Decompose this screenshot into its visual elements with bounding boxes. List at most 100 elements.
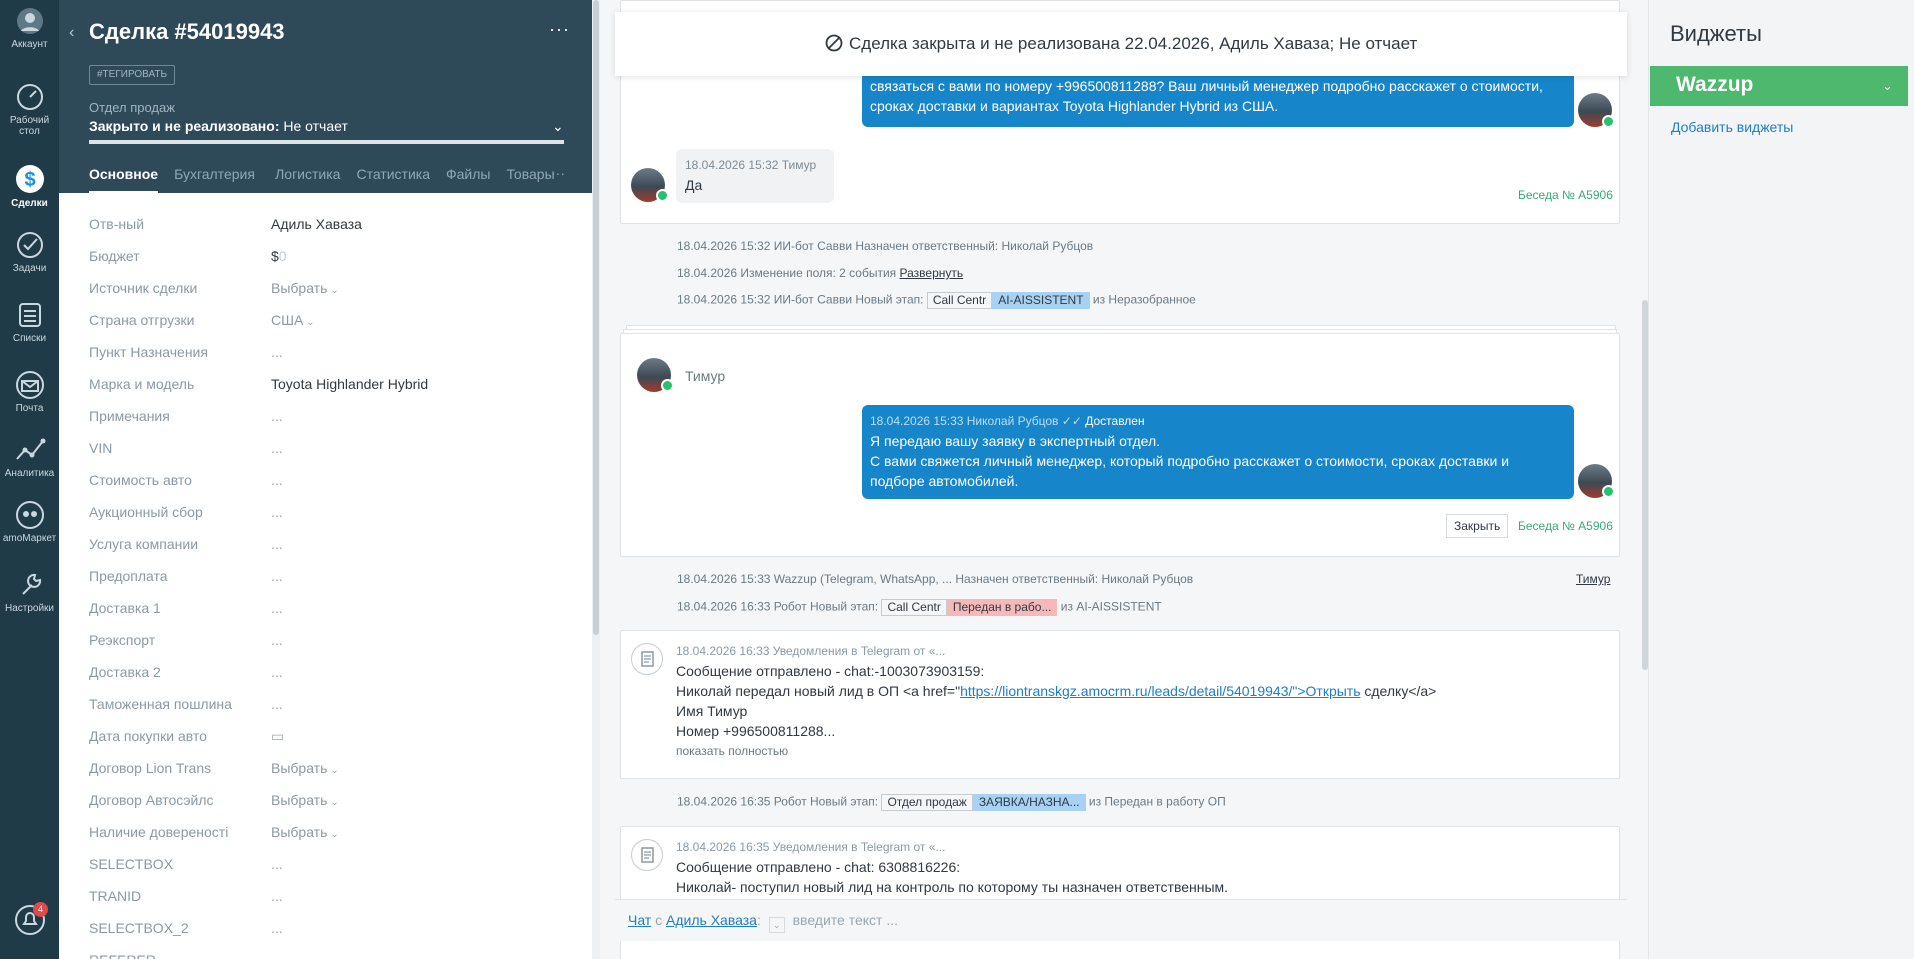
- tabs-more-button[interactable]: ···: [551, 165, 565, 181]
- field-row: Дата покупки авто ▭: [89, 722, 569, 754]
- note-line: Имя Тимур: [676, 703, 748, 719]
- field-select[interactable]: Выбрать ⌄: [271, 792, 339, 808]
- tab-main[interactable]: Основное: [89, 165, 159, 194]
- field-value[interactable]: ...: [271, 408, 283, 424]
- field-value-text: ...: [271, 856, 283, 872]
- chevron-down-icon[interactable]: ⌄: [552, 117, 564, 135]
- field-label: Доставка 1: [89, 600, 161, 616]
- field-value[interactable]: Toyota Highlander Hybrid: [271, 376, 428, 392]
- field-value[interactable]: ...: [271, 664, 283, 680]
- nav-label: amoМаркет: [2, 533, 57, 544]
- field-row: Доставка 1...: [89, 594, 569, 626]
- closed-banner-text: Сделка закрыта и не реализована 22.04.20…: [825, 33, 1417, 55]
- field-select[interactable]: Выбрать ⌄: [271, 824, 339, 840]
- expand-link[interactable]: Развернуть: [900, 266, 964, 280]
- nav-settings[interactable]: Настройки: [0, 570, 59, 614]
- field-value-text: Выбрать: [271, 280, 328, 296]
- tab-products[interactable]: Товары: [506, 165, 554, 191]
- note-line: Номер +996500811288...: [676, 723, 836, 739]
- tab-accounting[interactable]: Бухгалтерия: [174, 165, 259, 191]
- nav-market[interactable]: amoМаркет: [0, 500, 59, 544]
- avatar-icon: [16, 8, 43, 34]
- field-value[interactable]: ...: [271, 632, 283, 648]
- tab-logistics[interactable]: Логистика: [275, 165, 340, 191]
- note-line: Николай передал новый лид в ОП <a href="…: [676, 681, 1436, 701]
- conversation-link[interactable]: Беседа № A5906: [1518, 188, 1613, 202]
- note-icon: [631, 839, 663, 871]
- chevron-down-icon[interactable]: ⌄: [1882, 78, 1893, 94]
- back-icon[interactable]: ‹: [69, 24, 74, 42]
- nav-label: Задачи: [12, 263, 47, 274]
- note-text: Николай передал новый лид в ОП <a href=": [676, 683, 961, 699]
- field-row: TRANID...: [89, 882, 569, 914]
- nav-account[interactable]: Аккаунт: [0, 6, 59, 50]
- field-label: Страна отгрузки: [89, 312, 195, 328]
- field-value[interactable]: ...: [271, 856, 283, 872]
- field-select[interactable]: Выбрать ⌄: [271, 760, 339, 776]
- nav-tasks[interactable]: Задачи: [0, 230, 59, 274]
- field-value[interactable]: ...: [271, 888, 283, 904]
- feed-scrollbar[interactable]: [1640, 300, 1648, 670]
- chat-input-placeholder[interactable]: введите текст ...: [793, 912, 898, 928]
- note-link[interactable]: https://liontranskgz.amocrm.ru/leads/det…: [960, 683, 1360, 699]
- field-value[interactable]: ...: [271, 920, 283, 936]
- field-select[interactable]: Выбрать ⌄: [271, 280, 339, 296]
- message-line: подборе автомобилей.: [870, 473, 1019, 489]
- add-widgets-link[interactable]: Добавить виджеты: [1671, 118, 1793, 136]
- field-select[interactable]: США ⌄: [271, 312, 315, 328]
- field-value[interactable]: ...: [271, 344, 283, 360]
- tab-statistics[interactable]: Статистика: [356, 165, 430, 191]
- field-row: Стоимость авто...: [89, 466, 569, 498]
- field-row: Доставка 2...: [89, 658, 569, 690]
- nav-notifications[interactable]: 4: [0, 902, 59, 942]
- field-row: Договор Автосэйлс Выбрать ⌄: [89, 786, 569, 818]
- show-more-link[interactable]: показать полностью: [676, 741, 1436, 761]
- field-value[interactable]: ...: [271, 536, 283, 552]
- conversation-link[interactable]: Беседа № A5906: [1518, 519, 1613, 533]
- field-label: Дата покупки авто: [89, 728, 207, 744]
- field-value[interactable]: $0: [271, 248, 287, 264]
- field-value[interactable]: ...: [271, 504, 283, 520]
- nav-deals[interactable]: $ Сделки: [0, 163, 59, 209]
- wazzup-widget[interactable]: Wazzup ⌄: [1650, 66, 1908, 106]
- status-select[interactable]: Закрыто и не реализовано: Не отчает: [89, 117, 348, 135]
- field-value[interactable]: ▭: [271, 728, 284, 745]
- card-menu-button[interactable]: ···: [549, 20, 570, 38]
- field-value-extra: 0: [278, 248, 287, 264]
- field-label: Марка и модель: [89, 376, 195, 392]
- field-value-text: ...: [271, 920, 283, 936]
- nav-dashboard[interactable]: Рабочий стол: [0, 82, 59, 137]
- field-label: Наличие довереності: [89, 824, 229, 840]
- chat-compose-inner: Чат с Адиль Хаваза: ⌄ введите текст ...: [628, 912, 898, 933]
- close-conversation-button[interactable]: Закрыть: [1446, 514, 1509, 538]
- nav-analytics[interactable]: Аналитика: [0, 435, 59, 479]
- contact-link[interactable]: Тимур: [1576, 572, 1610, 586]
- tag-button[interactable]: #ТЕГИРОВАТЬ: [89, 65, 176, 85]
- field-label: Аукционный сбор: [89, 504, 203, 520]
- contact-name[interactable]: Тимур: [685, 368, 725, 384]
- nav-lists[interactable]: Списки: [0, 300, 59, 344]
- field-value[interactable]: ...: [271, 472, 283, 488]
- colon: :: [756, 912, 761, 928]
- tab-files[interactable]: Файлы: [446, 165, 490, 191]
- field-value[interactable]: ...: [271, 440, 283, 456]
- field-value[interactable]: ...: [271, 600, 283, 616]
- card-scrollbar-thumb[interactable]: [593, 0, 599, 635]
- field-value[interactable]: ...: [271, 696, 283, 712]
- channel-select[interactable]: ⌄: [768, 917, 785, 933]
- field-value[interactable]: Адиль Хаваза: [271, 216, 362, 232]
- banner-text: Сделка закрыта и не реализована 22.04.20…: [849, 34, 1418, 53]
- chat-contact-link[interactable]: Адиль Хаваза: [666, 912, 757, 928]
- note-line: Сообщение отправлено - chat: 6308816226:: [676, 859, 961, 875]
- field-label: Договор Автосэйлс: [89, 792, 214, 808]
- field-value[interactable]: ...: [271, 568, 283, 584]
- main-nav: Аккаунт Рабочий стол $ Сделки Задачи Спи…: [0, 0, 59, 959]
- status-reason: Не отчает: [283, 118, 348, 134]
- field-label: Источник сделки: [89, 280, 198, 296]
- field-row: VIN...: [89, 434, 569, 466]
- field-row: Услуга компании...: [89, 530, 569, 562]
- nav-mail[interactable]: Почта: [0, 370, 59, 414]
- chevron-down-icon: ⌄: [330, 765, 339, 776]
- nav-label: Аналитика: [4, 468, 55, 479]
- chat-mode-link[interactable]: Чат: [628, 912, 651, 928]
